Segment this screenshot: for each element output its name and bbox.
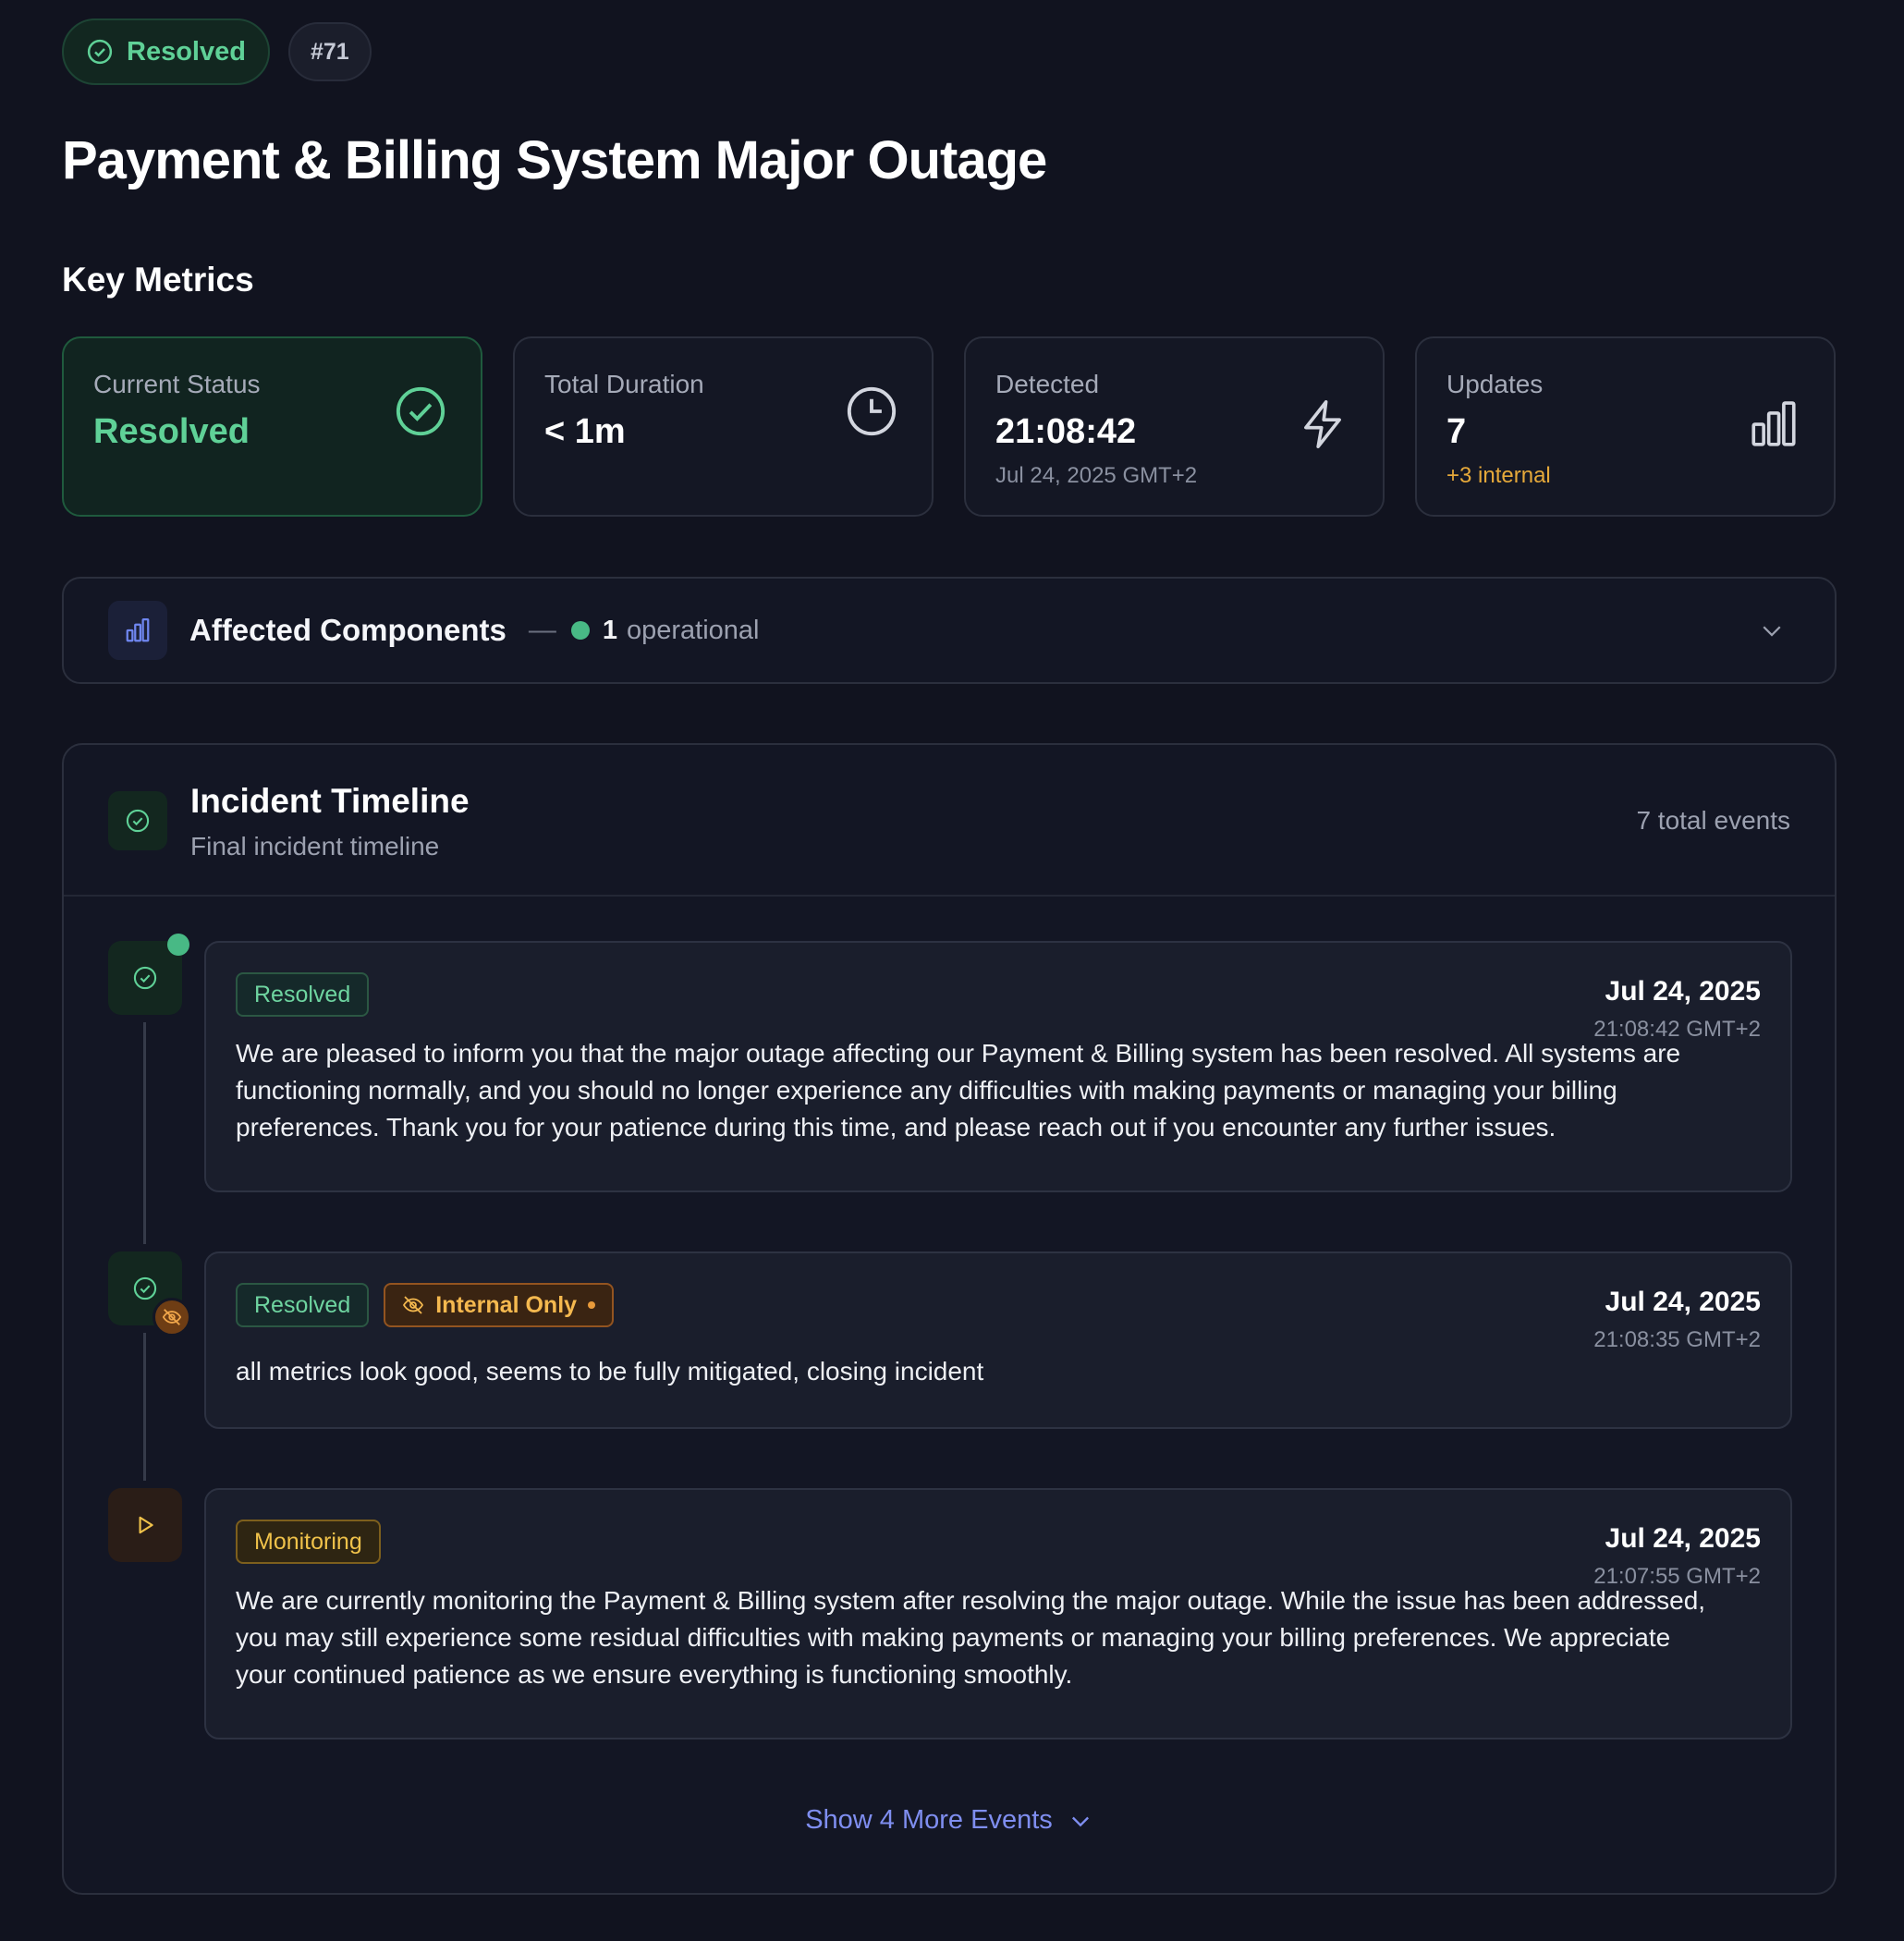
lightning-icon [1304, 400, 1341, 448]
event-status-badge: Resolved [236, 1283, 370, 1327]
timeline-rail [143, 1333, 146, 1481]
timeline-title: Incident Timeline [190, 782, 470, 820]
show-more-label: Show 4 More Events [805, 1805, 1053, 1835]
timeline-event: Monitoring Jul 24, 2025 21:07:55 GMT+2 W… [204, 1488, 1792, 1740]
event-date: Jul 24, 2025 [1605, 1523, 1761, 1554]
timeline-event-count: 7 total events [1636, 806, 1790, 835]
timeline-rail [143, 1022, 146, 1244]
bar-chart-icon [1751, 401, 1796, 446]
show-more-events-button[interactable]: Show 4 More Events [64, 1805, 1835, 1836]
operational-status-dot [570, 621, 590, 640]
bar-chart-icon [126, 618, 150, 642]
timeline-icon-box [108, 791, 167, 850]
incident-page: Resolved #71 Payment & Billing System Ma… [0, 0, 1904, 1941]
affected-components-panel[interactable]: Affected Components — 1 operational [62, 577, 1837, 684]
affected-components-title: Affected Components [189, 613, 507, 647]
play-icon [139, 1516, 153, 1534]
key-metrics-title: Key Metrics [62, 261, 254, 299]
metric-sub: +3 internal [1446, 463, 1551, 488]
internal-dot [588, 1301, 596, 1309]
eye-off-icon [403, 1296, 424, 1314]
event-time: 21:08:42 GMT+2 [1593, 1017, 1761, 1042]
affected-icon-box [108, 601, 167, 660]
event-message: We are pleased to inform you that the ma… [236, 1039, 1681, 1141]
operational-label: operational [626, 615, 760, 645]
event-time: 21:07:55 GMT+2 [1593, 1564, 1761, 1589]
internal-marker [153, 1298, 191, 1337]
internal-only-badge: Internal Only [384, 1283, 615, 1327]
event-date: Jul 24, 2025 [1605, 976, 1761, 1007]
metric-current-status: Current Status Resolved [62, 336, 482, 517]
timeline-event: Resolved Jul 24, 2025 21:08:42 GMT+2 We … [204, 941, 1792, 1192]
timeline-node [108, 934, 189, 1015]
event-status-badge: Resolved [236, 972, 370, 1017]
timeline-subtitle: Final incident timeline [190, 832, 440, 861]
timeline-node [108, 1251, 191, 1337]
incident-timeline-panel: Incident Timeline Final incident timelin… [62, 743, 1837, 1895]
metric-label: Updates [1446, 370, 1544, 398]
timeline-event: Resolved Internal Only Jul 24, 2025 21:0… [204, 1251, 1792, 1429]
event-status-badge: Monitoring [236, 1520, 381, 1564]
event-date: Jul 24, 2025 [1605, 1287, 1761, 1317]
timeline-header: Incident Timeline Final incident timelin… [64, 745, 1835, 897]
metrics-row: Current Status Resolved Total Duration <… [62, 336, 1836, 517]
event-time: 21:08:35 GMT+2 [1593, 1327, 1761, 1352]
status-badge: Resolved [62, 18, 270, 85]
event-message: We are currently monitoring the Payment … [236, 1586, 1706, 1689]
check-circle-icon [126, 809, 150, 833]
check-circle-icon [133, 1276, 157, 1300]
event-message: all metrics look good, seems to be fully… [236, 1357, 984, 1386]
metric-label: Detected [995, 370, 1100, 398]
event-badges: Resolved Internal Only [236, 1283, 1761, 1327]
incident-id-badge: #71 [287, 22, 372, 81]
page-title: Payment & Billing System Major Outage [62, 130, 1047, 190]
header-pills: Resolved #71 [62, 18, 372, 85]
metric-detected: Detected 21:08:42 Jul 24, 2025 GMT+2 [964, 336, 1385, 517]
expand-toggle[interactable] [1753, 612, 1790, 649]
operational-count: 1 [602, 615, 617, 645]
latest-indicator-dot [167, 934, 189, 956]
separator-dash: — [528, 615, 556, 645]
internal-only-label: Internal Only [435, 1291, 578, 1318]
timeline-node [108, 1488, 182, 1562]
metric-updates: Updates 7 +3 internal [1415, 336, 1836, 517]
chevron-down-icon [1763, 626, 1781, 637]
eye-off-icon [162, 1309, 182, 1325]
event-badges: Resolved [236, 972, 1761, 1017]
check-circle-icon [396, 386, 445, 436]
metric-total-duration: Total Duration < 1m [513, 336, 934, 517]
chevron-down-icon [1071, 1816, 1089, 1826]
check-circle-icon [87, 39, 113, 65]
status-badge-label: Resolved [127, 36, 246, 67]
event-badges: Monitoring [236, 1520, 1761, 1564]
check-circle-icon [133, 966, 157, 990]
clock-icon [847, 386, 897, 436]
metric-sub: Jul 24, 2025 GMT+2 [995, 463, 1198, 488]
